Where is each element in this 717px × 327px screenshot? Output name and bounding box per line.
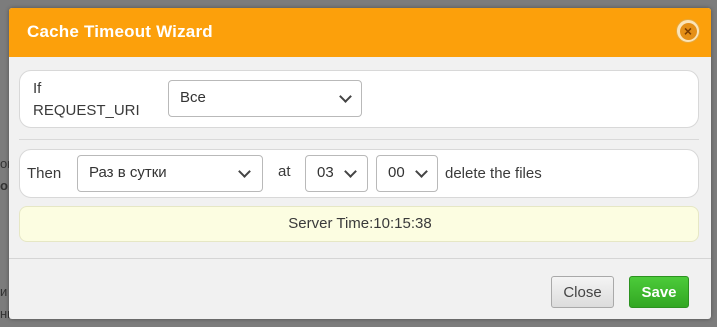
dialog-title: Cache Timeout Wizard	[27, 22, 213, 41]
request-uri-label: REQUEST_URI	[33, 102, 140, 119]
background-text: о	[0, 178, 8, 193]
frequency-select[interactable]: Раз в сутки	[77, 155, 263, 192]
if-label: If	[33, 80, 42, 97]
hour-select-value: 03	[317, 164, 334, 181]
chevron-down-icon	[415, 165, 428, 178]
then-label: Then	[27, 165, 62, 182]
close-icon[interactable]: ×	[676, 19, 700, 43]
chevron-down-icon	[238, 165, 251, 178]
minute-select[interactable]: 00	[376, 155, 438, 192]
hour-select[interactable]: 03	[305, 155, 368, 192]
frequency-select-value: Раз в сутки	[89, 164, 167, 181]
background-text: и	[0, 284, 8, 299]
match-select-value: Все	[180, 89, 206, 106]
save-button[interactable]: Save	[629, 276, 689, 308]
minute-select-value: 00	[388, 164, 405, 181]
section-divider	[19, 139, 699, 140]
match-select[interactable]: Все	[168, 80, 362, 117]
at-label: at	[278, 163, 291, 180]
server-time-text: Server Time:10:15:38	[288, 215, 432, 232]
footer-divider	[9, 258, 711, 259]
chevron-down-icon	[339, 90, 352, 103]
close-x-glyph: ×	[679, 22, 697, 40]
delete-files-label: delete the files	[445, 165, 542, 182]
close-button[interactable]: Close	[551, 276, 614, 308]
schedule-panel: Then Раз в сутки at 03 00 delete the fil…	[19, 149, 699, 198]
dialog-titlebar: Cache Timeout Wizard ×	[9, 8, 711, 57]
cache-timeout-dialog: Cache Timeout Wizard × If REQUEST_URI Вс…	[9, 8, 711, 319]
server-time-panel: Server Time:10:15:38	[19, 206, 699, 242]
condition-panel: If REQUEST_URI Все	[19, 70, 699, 128]
chevron-down-icon	[344, 165, 357, 178]
